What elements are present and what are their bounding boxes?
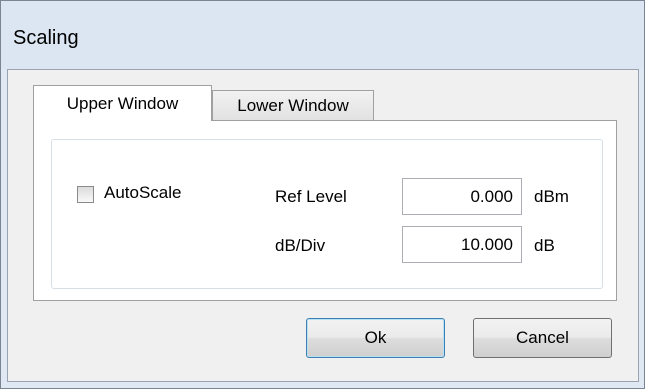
window-title: Scaling [13,27,79,49]
scaling-dialog: Scaling Upper Window Lower Window AutoSc… [0,0,645,389]
db-div-unit: dB [534,236,555,255]
cancel-button[interactable]: Cancel [473,318,612,358]
tab-lower-window[interactable]: Lower Window [212,90,374,121]
title-bar[interactable]: Scaling [1,1,644,69]
ok-button-label: Ok [364,328,387,347]
ref-level-label: Ref Level [275,187,347,206]
tab-lower-window-label: Lower Window [237,96,349,115]
ref-level-input[interactable]: 0.000 [402,178,522,215]
autoscale-checkbox[interactable] [77,186,94,203]
cancel-button-label: Cancel [516,328,569,347]
db-div-label: dB/Div [275,236,326,255]
ok-button[interactable]: Ok [306,318,445,358]
autoscale-label[interactable]: AutoScale [104,183,182,203]
ref-level-unit: dBm [534,187,569,206]
tab-upper-window[interactable]: Upper Window [33,85,212,121]
tab-panel: AutoScale Ref Level 0.000 dBm dB/Div 10.… [33,120,617,301]
dialog-client-area: Upper Window Lower Window AutoScale Ref … [7,69,639,382]
db-div-input[interactable]: 10.000 [402,226,522,263]
tab-upper-window-label: Upper Window [66,93,179,113]
